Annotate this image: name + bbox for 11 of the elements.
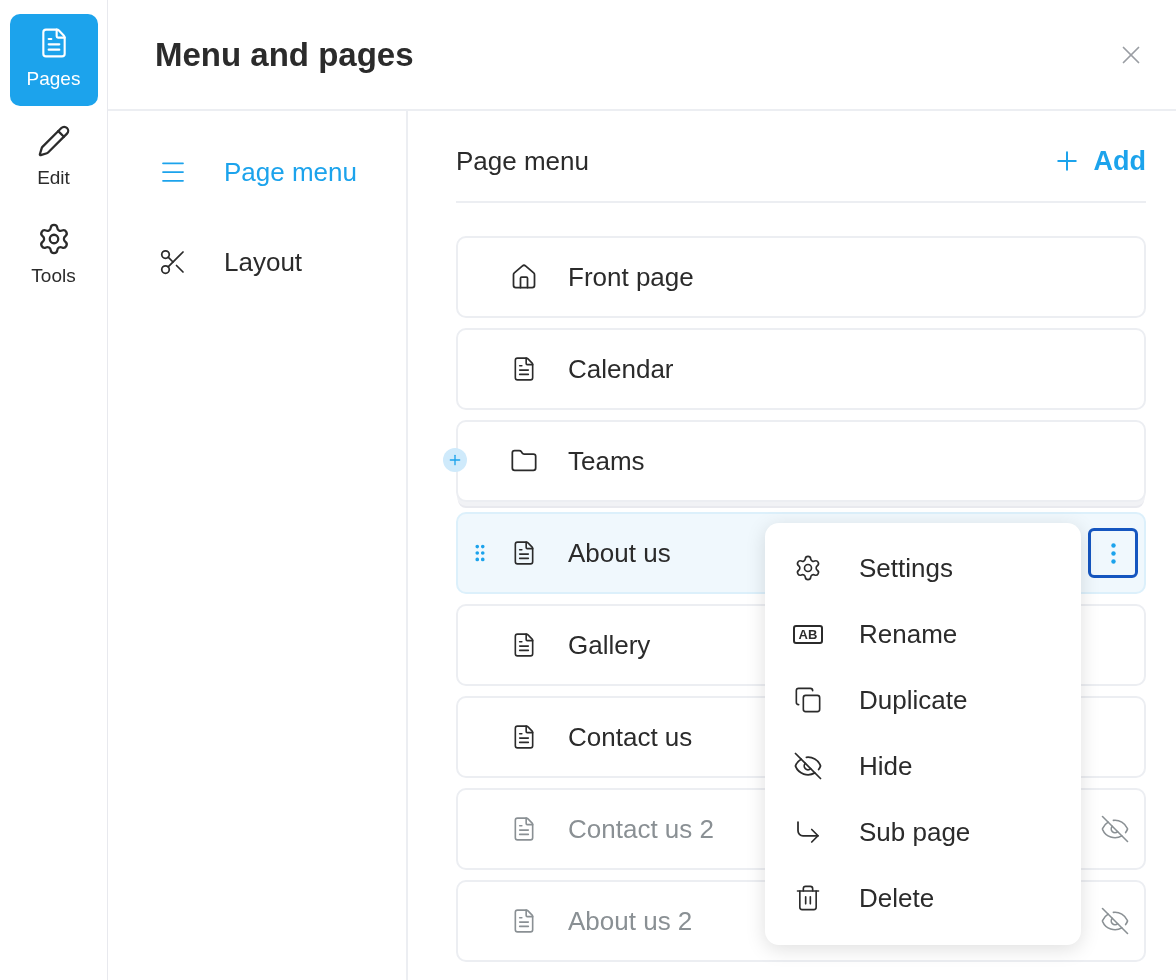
- page-name: Front page: [568, 260, 694, 294]
- page-name: Gallery: [568, 628, 651, 662]
- page-name: About us 2: [568, 904, 693, 938]
- page-name: About us: [568, 536, 671, 570]
- panel-title: Page menu: [456, 145, 589, 178]
- dialog-title: Menu and pages: [155, 34, 414, 75]
- rename-icon: AB: [792, 624, 824, 644]
- page-name: Contact us: [568, 720, 693, 754]
- page-name: Contact us 2: [568, 812, 714, 846]
- page-name: Calendar: [568, 352, 674, 386]
- page-name: Teams: [568, 444, 645, 478]
